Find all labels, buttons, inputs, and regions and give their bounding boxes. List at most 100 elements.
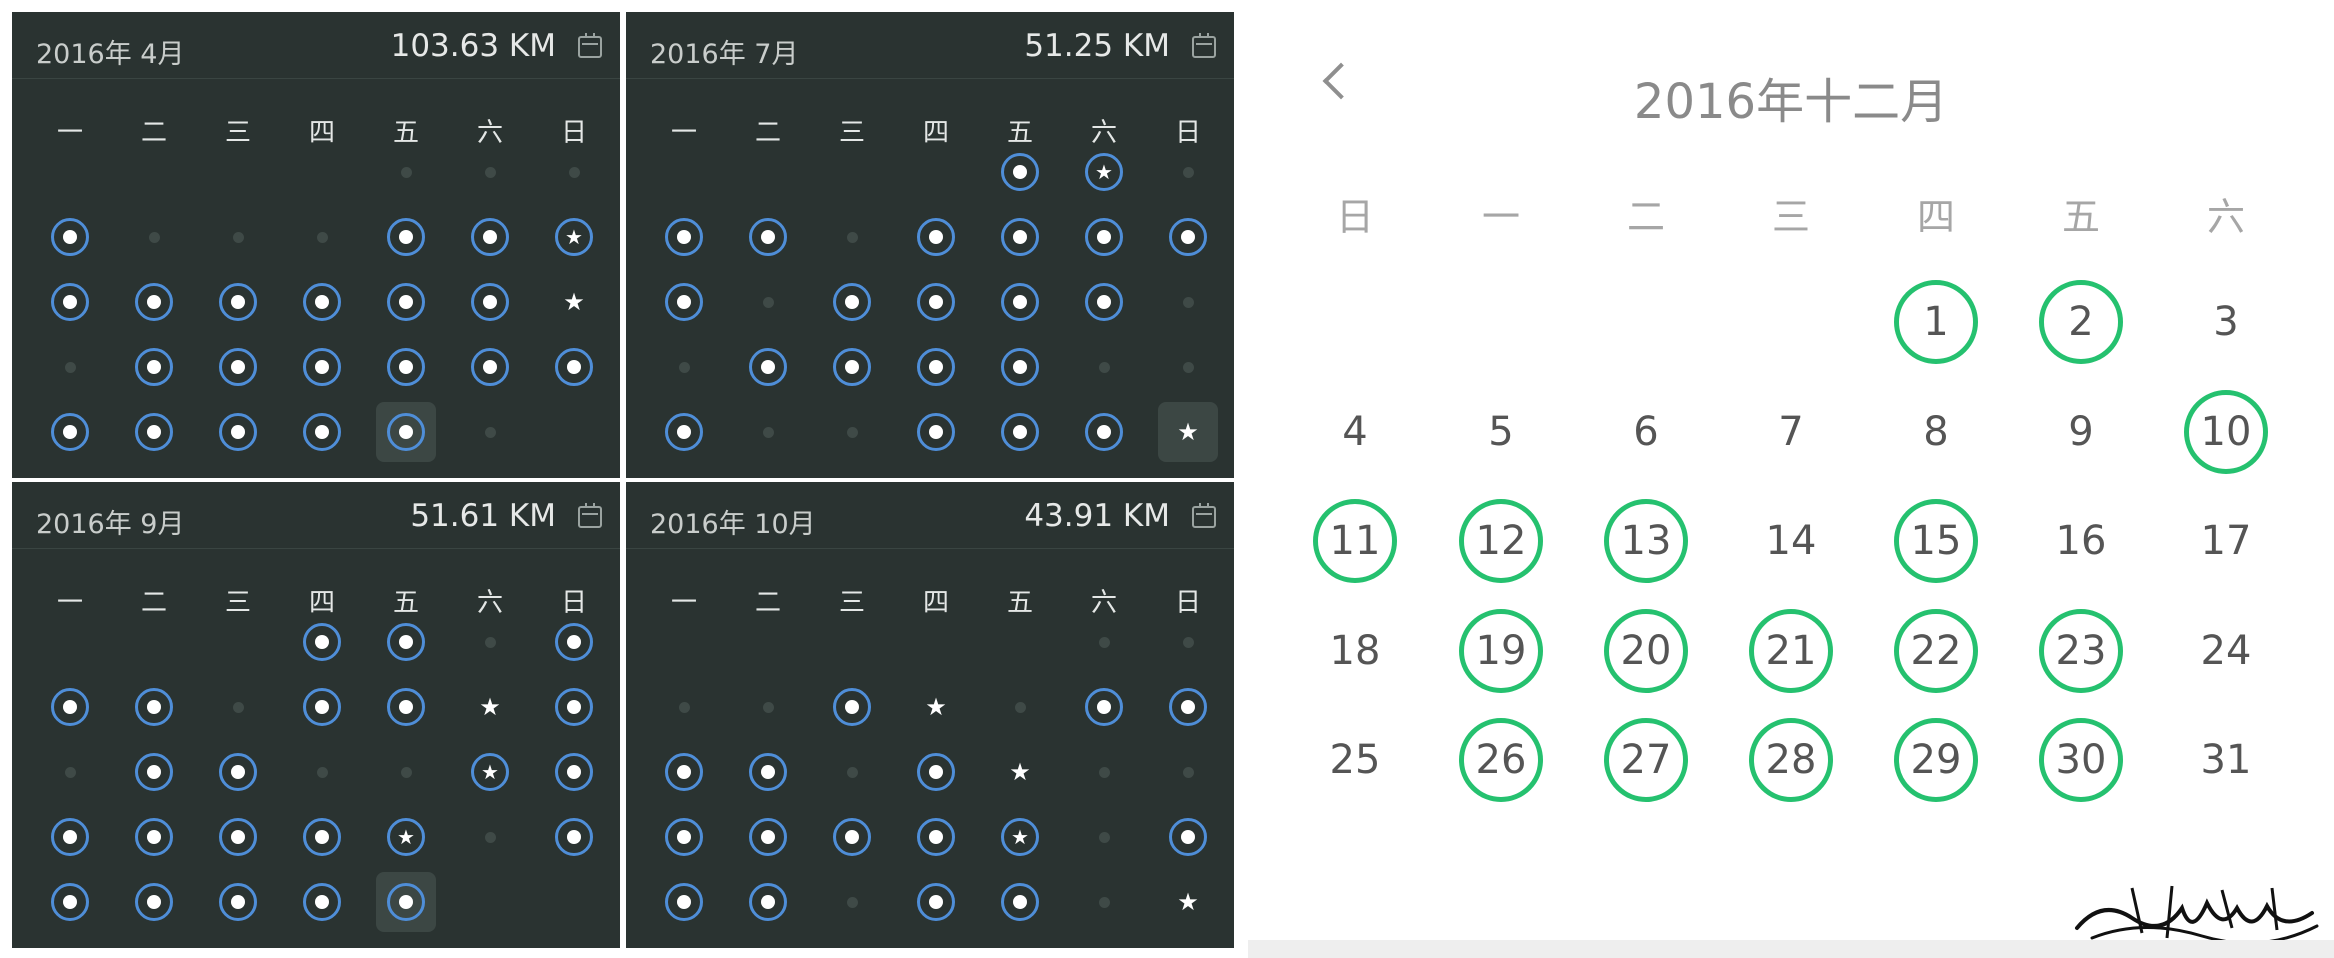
- day-cell[interactable]: [822, 807, 882, 867]
- day-cell[interactable]: [40, 742, 100, 802]
- day-cell[interactable]: [738, 807, 798, 867]
- day-cell[interactable]: [1074, 337, 1134, 397]
- calendar-day[interactable]: 23: [2039, 609, 2123, 693]
- calendar-day[interactable]: 1: [1894, 280, 1978, 364]
- day-cell[interactable]: [376, 612, 436, 672]
- day-cell[interactable]: [292, 807, 352, 867]
- day-cell[interactable]: [124, 872, 184, 932]
- day-cell[interactable]: [460, 807, 520, 867]
- calendar-day[interactable]: 19: [1459, 609, 1543, 693]
- calendar-day[interactable]: 26: [1459, 718, 1543, 802]
- day-cell[interactable]: [460, 272, 520, 332]
- calendar-day[interactable]: 2: [2039, 280, 2123, 364]
- day-cell[interactable]: [544, 807, 604, 867]
- calendar-day[interactable]: 6: [1604, 390, 1688, 474]
- day-cell[interactable]: [990, 207, 1050, 267]
- day-cell[interactable]: [1074, 272, 1134, 332]
- day-cell[interactable]: [1158, 742, 1218, 802]
- day-cell[interactable]: ★: [906, 677, 966, 737]
- day-cell[interactable]: [654, 337, 714, 397]
- day-cell[interactable]: [822, 742, 882, 802]
- day-cell[interactable]: [124, 337, 184, 397]
- day-cell[interactable]: [654, 207, 714, 267]
- day-cell[interactable]: [822, 272, 882, 332]
- day-cell[interactable]: [544, 337, 604, 397]
- day-cell[interactable]: [1158, 677, 1218, 737]
- calendar-day[interactable]: 25: [1313, 718, 1397, 802]
- day-cell[interactable]: [1074, 742, 1134, 802]
- calendar-icon[interactable]: [1192, 33, 1216, 58]
- day-cell[interactable]: [1158, 207, 1218, 267]
- day-cell[interactable]: [822, 677, 882, 737]
- day-cell[interactable]: [1074, 807, 1134, 867]
- day-cell[interactable]: [544, 612, 604, 672]
- day-cell[interactable]: [738, 402, 798, 462]
- day-cell[interactable]: [124, 807, 184, 867]
- calendar-day[interactable]: 30: [2039, 718, 2123, 802]
- day-cell[interactable]: [544, 142, 604, 202]
- day-cell[interactable]: [376, 272, 436, 332]
- calendar-day[interactable]: 31: [2184, 718, 2268, 802]
- day-cell[interactable]: [1158, 272, 1218, 332]
- calendar-day[interactable]: 24: [2184, 609, 2268, 693]
- day-cell[interactable]: ★: [544, 272, 604, 332]
- day-cell[interactable]: [124, 272, 184, 332]
- day-cell[interactable]: [460, 402, 520, 462]
- day-cell[interactable]: [822, 337, 882, 397]
- day-cell[interactable]: [654, 272, 714, 332]
- calendar-day[interactable]: 16: [2039, 499, 2123, 583]
- day-cell[interactable]: [376, 402, 436, 462]
- day-cell[interactable]: ★: [1158, 872, 1218, 932]
- day-cell[interactable]: [124, 402, 184, 462]
- day-cell[interactable]: [292, 872, 352, 932]
- day-cell[interactable]: [1158, 807, 1218, 867]
- day-cell[interactable]: [738, 677, 798, 737]
- day-cell[interactable]: [1074, 402, 1134, 462]
- calendar-day[interactable]: 8: [1894, 390, 1978, 474]
- day-cell[interactable]: [292, 337, 352, 397]
- day-cell[interactable]: ★: [544, 207, 604, 267]
- day-cell[interactable]: [990, 337, 1050, 397]
- day-cell[interactable]: [654, 742, 714, 802]
- day-cell[interactable]: [990, 677, 1050, 737]
- day-cell[interactable]: [40, 872, 100, 932]
- day-cell[interactable]: [822, 207, 882, 267]
- day-cell[interactable]: [1074, 872, 1134, 932]
- day-cell[interactable]: ★: [460, 742, 520, 802]
- day-cell[interactable]: [376, 872, 436, 932]
- day-cell[interactable]: [208, 807, 268, 867]
- calendar-day[interactable]: 17: [2184, 499, 2268, 583]
- calendar-day[interactable]: 10: [2184, 390, 2268, 474]
- day-cell[interactable]: [1074, 612, 1134, 672]
- day-cell[interactable]: [376, 337, 436, 397]
- day-cell[interactable]: [906, 272, 966, 332]
- day-cell[interactable]: [460, 142, 520, 202]
- calendar-day[interactable]: 11: [1313, 499, 1397, 583]
- day-cell[interactable]: [654, 807, 714, 867]
- calendar-day[interactable]: 12: [1459, 499, 1543, 583]
- day-cell[interactable]: [738, 337, 798, 397]
- day-cell[interactable]: [292, 272, 352, 332]
- day-cell[interactable]: ★: [990, 742, 1050, 802]
- day-cell[interactable]: [40, 337, 100, 397]
- day-cell[interactable]: [738, 742, 798, 802]
- calendar-day[interactable]: 5: [1459, 390, 1543, 474]
- calendar-day[interactable]: 27: [1604, 718, 1688, 802]
- day-cell[interactable]: [990, 872, 1050, 932]
- day-cell[interactable]: [822, 872, 882, 932]
- day-cell[interactable]: [208, 272, 268, 332]
- day-cell[interactable]: [1158, 142, 1218, 202]
- day-cell[interactable]: [376, 142, 436, 202]
- day-cell[interactable]: [990, 402, 1050, 462]
- calendar-day[interactable]: 15: [1894, 499, 1978, 583]
- day-cell[interactable]: [822, 402, 882, 462]
- day-cell[interactable]: [40, 807, 100, 867]
- day-cell[interactable]: [208, 337, 268, 397]
- day-cell[interactable]: [208, 402, 268, 462]
- calendar-day[interactable]: 20: [1604, 609, 1688, 693]
- calendar-day[interactable]: 13: [1604, 499, 1688, 583]
- day-cell[interactable]: ★: [460, 677, 520, 737]
- day-cell[interactable]: [544, 677, 604, 737]
- day-cell[interactable]: [292, 742, 352, 802]
- day-cell[interactable]: [906, 337, 966, 397]
